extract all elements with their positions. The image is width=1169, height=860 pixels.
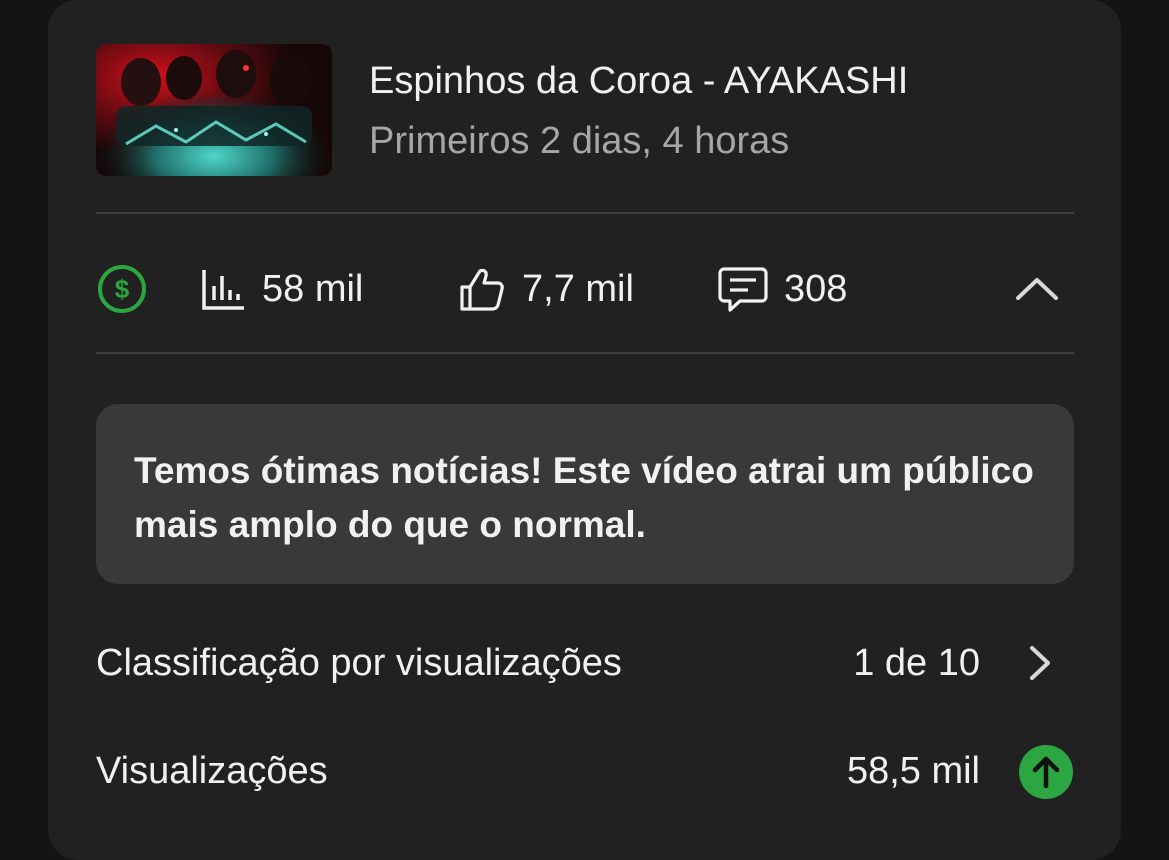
divider bbox=[96, 352, 1074, 354]
bar-chart-icon bbox=[202, 270, 244, 310]
svg-text:$: $ bbox=[115, 274, 130, 304]
video-title[interactable]: Espinhos da Coroa - AYAKASHI bbox=[369, 60, 908, 103]
row-value: 1 de 10 bbox=[853, 642, 980, 684]
monetization-status[interactable]: $ bbox=[96, 258, 148, 320]
stats-bar: $ 58 mil 7,7 mil 308 bbox=[96, 258, 1074, 320]
video-timeframe: Primeiros 2 dias, 4 horas bbox=[369, 120, 790, 162]
row-label: Classificação por visualizações bbox=[96, 642, 622, 684]
comments-stat[interactable]: 308 bbox=[718, 258, 847, 320]
row-label: Visualizações bbox=[96, 750, 328, 792]
row-value: 58,5 mil bbox=[846, 750, 980, 792]
views-stat[interactable]: 58 mil bbox=[200, 258, 363, 320]
divider bbox=[96, 212, 1074, 214]
thumbnail-image bbox=[96, 44, 332, 176]
likes-stat[interactable]: 7,7 mil bbox=[458, 258, 634, 320]
chevron-right-icon bbox=[1030, 646, 1050, 680]
views-row[interactable]: Visualizações 58,5 mil bbox=[96, 740, 1074, 800]
video-thumbnail[interactable] bbox=[96, 44, 332, 176]
thumbs-up-icon bbox=[460, 268, 504, 311]
video-header[interactable]: Espinhos da Coroa - AYAKASHI Primeiros 2… bbox=[96, 44, 1076, 176]
chevron-up-icon bbox=[1016, 278, 1058, 300]
likes-count: 7,7 mil bbox=[522, 267, 634, 310]
dollar-circle-icon: $ bbox=[98, 265, 146, 313]
insight-text: Temos ótimas notícias! Este vídeo atrai … bbox=[134, 450, 1034, 545]
collapse-button[interactable] bbox=[1014, 258, 1060, 320]
comments-count: 308 bbox=[784, 267, 848, 310]
arrow-up-circle-icon bbox=[1019, 745, 1073, 799]
comment-icon bbox=[718, 267, 768, 312]
video-stats-card: Espinhos da Coroa - AYAKASHI Primeiros 2… bbox=[48, 0, 1121, 860]
insight-banner: Temos ótimas notícias! Este vídeo atrai … bbox=[96, 404, 1074, 584]
views-count: 58 mil bbox=[262, 267, 364, 310]
views-ranking-row[interactable]: Classificação por visualizações 1 de 10 bbox=[96, 632, 1074, 692]
